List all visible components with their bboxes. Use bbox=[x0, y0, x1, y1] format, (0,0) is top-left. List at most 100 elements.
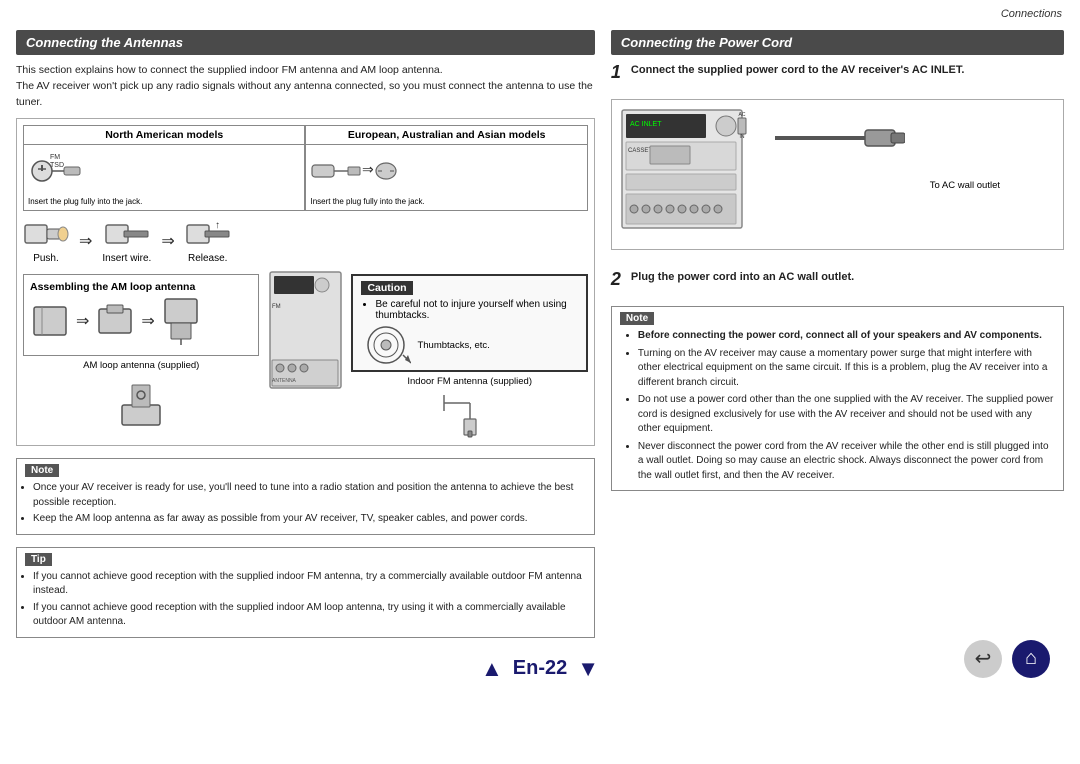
intro-text: This section explains how to connect the… bbox=[16, 63, 595, 110]
am-arrow-2: ⇒ bbox=[141, 311, 154, 331]
right-note-title: Note bbox=[620, 312, 654, 325]
step-2: 2 Plug the power cord into an AC wall ou… bbox=[611, 270, 1064, 288]
svg-text:AC: AC bbox=[738, 112, 745, 118]
home-button[interactable]: ⌂ bbox=[1012, 640, 1050, 678]
right-note-item-3: Do not use a power cord other than the o… bbox=[638, 393, 1055, 437]
svg-text:↑: ↑ bbox=[215, 220, 220, 231]
indoor-fm-image bbox=[351, 389, 587, 439]
thumbtacks-label: Thumbtacks, etc. bbox=[417, 340, 489, 351]
svg-text:FM: FM bbox=[50, 154, 60, 161]
next-arrow[interactable]: ▼ bbox=[577, 656, 599, 682]
receiver-illustration: AC INLET CASSETTE bbox=[620, 108, 780, 241]
connections-label: Connections bbox=[1001, 8, 1062, 20]
am-step2-svg bbox=[95, 301, 135, 341]
prev-arrow[interactable]: ▲ bbox=[481, 656, 503, 682]
push-svg bbox=[23, 217, 69, 251]
arrow-2: ⇒ bbox=[161, 231, 174, 251]
intro-line-1: This section explains how to connect the… bbox=[16, 63, 595, 79]
arrow-1: ⇒ bbox=[79, 231, 92, 251]
col1-header: North American models bbox=[24, 126, 305, 144]
note-box: Note Once your AV receiver is ready for … bbox=[16, 458, 595, 535]
am-loop-caption: AM loop antenna (supplied) bbox=[23, 360, 259, 371]
col2-body: ⇒ Insert the plug fully into the jack. bbox=[305, 145, 586, 210]
release-label: Release. bbox=[188, 253, 227, 264]
am-loop-area: Assembling the AM loop antenna ⇒ bbox=[23, 270, 259, 430]
intro-line-2: The AV receiver won't pick up any radio … bbox=[16, 79, 595, 111]
note-title: Note bbox=[25, 464, 59, 477]
note-item-1: Once your AV receiver is ready for use, … bbox=[33, 481, 586, 510]
am-step3-svg bbox=[161, 297, 201, 345]
am-loop-title: Assembling the AM loop antenna bbox=[30, 281, 252, 293]
caution-list: Be careful not to injure yourself when u… bbox=[361, 299, 577, 321]
left-column: Connecting the Antennas This section exp… bbox=[16, 30, 595, 638]
svg-text:ANTENNA: ANTENNA bbox=[272, 378, 297, 384]
center-receiver: FM ANTENNA bbox=[265, 270, 345, 390]
fm-diagram-na: FM TSD bbox=[28, 149, 82, 193]
caution-item-1: Be careful not to injure yourself when u… bbox=[375, 299, 577, 321]
power-cord-svg bbox=[775, 118, 905, 158]
svg-text:AC INLET: AC INLET bbox=[630, 121, 662, 128]
right-note-item-2: Turning on the AV receiver may cause a m… bbox=[638, 347, 1055, 391]
caution-title: Caution bbox=[361, 281, 412, 295]
caution-area: Caution Be careful not to injure yoursel… bbox=[351, 270, 587, 439]
thumbtacks-diagram: Thumbtacks, etc. bbox=[361, 325, 577, 365]
page-number-label: ▲ En-22 ▼ bbox=[481, 656, 599, 682]
am-loop-image bbox=[23, 375, 259, 430]
right-note-item-1: Before connecting the power cord, connec… bbox=[638, 329, 1055, 344]
svg-text:IN: IN bbox=[739, 134, 744, 140]
release-svg: ↑ bbox=[185, 217, 231, 251]
fm-plug-svg-eu: ⇒ bbox=[310, 149, 400, 193]
indoor-fm-svg bbox=[440, 389, 500, 439]
am-loop-diagram: ⇒ ⇒ bbox=[30, 297, 252, 345]
tip-item-2: If you cannot achieve good reception wit… bbox=[33, 601, 586, 630]
power-diagram: AC INLET CASSETTE bbox=[611, 99, 1064, 250]
col1-body: FM TSD Insert the plug fu bbox=[24, 145, 305, 210]
push-insert-release-row: Push. ⇒ Insert wire. ⇒ bbox=[23, 217, 588, 264]
fm-diagram-eu: ⇒ bbox=[310, 149, 400, 193]
receiver-svg: AC INLET CASSETTE bbox=[620, 108, 780, 238]
release-item: ↑ Release. bbox=[185, 217, 231, 264]
svg-text:FM: FM bbox=[272, 304, 281, 310]
col2-header: European, Australian and Asian models bbox=[305, 126, 586, 144]
models-table: North American models European, Australi… bbox=[23, 125, 588, 211]
col2-caption: Insert the plug fully into the jack. bbox=[310, 197, 424, 206]
am-loop-section: Assembling the AM loop antenna ⇒ bbox=[23, 274, 259, 356]
caution-box: Caution Be careful not to injure yoursel… bbox=[351, 274, 587, 372]
note-item-2: Keep the AM loop antenna as far away as … bbox=[33, 512, 586, 527]
main-content: Connecting the Antennas This section exp… bbox=[0, 0, 1080, 648]
am-loop-base-svg bbox=[114, 375, 169, 430]
insert-item: Insert wire. bbox=[102, 217, 151, 264]
am-arrow-1: ⇒ bbox=[76, 311, 89, 331]
insert-label: Insert wire. bbox=[102, 253, 151, 264]
note-list: Once your AV receiver is ready for use, … bbox=[25, 481, 586, 527]
tip-list: If you cannot achieve good reception wit… bbox=[25, 570, 586, 630]
right-column: Connecting the Power Cord 1 Connect the … bbox=[611, 30, 1064, 638]
step-2-text: Plug the power cord into an AC wall outl… bbox=[631, 270, 854, 285]
step-1-text: Connect the supplied power cord to the A… bbox=[631, 63, 965, 78]
ac-wall-label: To AC wall outlet bbox=[930, 180, 1000, 191]
tip-item-1: If you cannot achieve good reception wit… bbox=[33, 570, 586, 599]
right-note-item-4: Never disconnect the power cord from the… bbox=[638, 440, 1055, 484]
svg-text:⇒: ⇒ bbox=[362, 161, 374, 177]
left-section-header: Connecting the Antennas bbox=[16, 30, 595, 55]
right-note-list: Before connecting the power cord, connec… bbox=[620, 329, 1055, 483]
insert-svg bbox=[104, 217, 150, 251]
tip-title: Tip bbox=[25, 553, 52, 566]
push-label: Push. bbox=[33, 253, 59, 264]
fm-plug-svg-na: FM TSD bbox=[28, 149, 82, 193]
thumbtacks-svg bbox=[361, 325, 411, 365]
step-1-number: 1 bbox=[611, 63, 625, 81]
right-section-header: Connecting the Power Cord bbox=[611, 30, 1064, 55]
bottom-nav-icons: ↩ ⌂ bbox=[964, 640, 1050, 678]
tip-box: Tip If you cannot achieve good reception… bbox=[16, 547, 595, 638]
am-step1-svg bbox=[30, 301, 70, 341]
indoor-fm-caption: Indoor FM antenna (supplied) bbox=[351, 376, 587, 387]
step-1: 1 Connect the supplied power cord to the… bbox=[611, 63, 1064, 81]
step-2-number: 2 bbox=[611, 270, 625, 288]
back-button[interactable]: ↩ bbox=[964, 640, 1002, 678]
push-item: Push. bbox=[23, 217, 69, 264]
page-number: En-22 bbox=[513, 657, 567, 680]
col1-caption: Insert the plug fully into the jack. bbox=[28, 197, 142, 206]
bottom-bar: ▲ En-22 ▼ ↩ ⌂ bbox=[0, 648, 1080, 690]
right-note-box: Note Before connecting the power cord, c… bbox=[611, 306, 1064, 491]
